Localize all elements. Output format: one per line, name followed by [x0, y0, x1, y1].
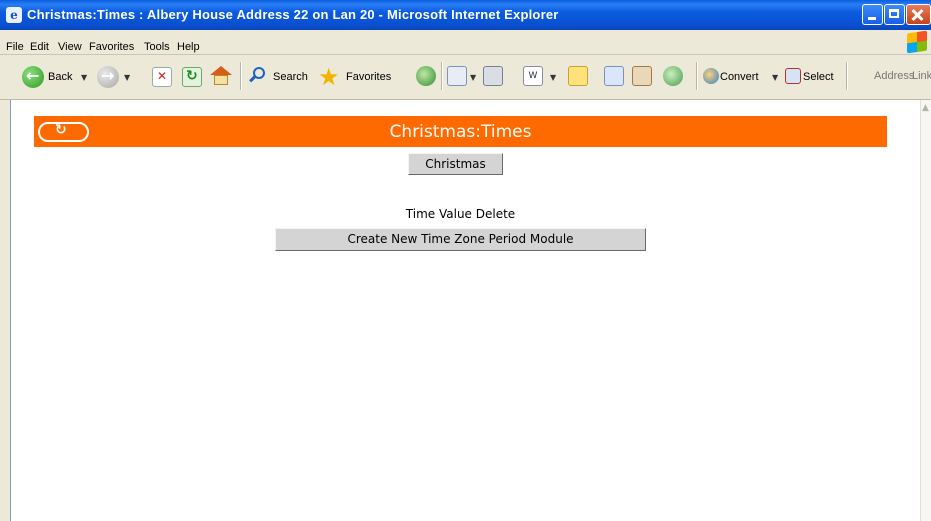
- stop-icon[interactable]: [152, 67, 172, 87]
- minimize-button[interactable]: [862, 4, 883, 25]
- refresh-icon[interactable]: [182, 67, 202, 87]
- forward-arrow-icon[interactable]: [97, 66, 119, 88]
- menu-tools[interactable]: Tools: [144, 41, 170, 53]
- menu-favorites[interactable]: Favorites: [89, 41, 134, 53]
- column-headers: Time Value Delete: [405, 207, 516, 221]
- christmas-button[interactable]: Christmas: [408, 153, 503, 175]
- print-icon[interactable]: [483, 66, 503, 86]
- word-edit-icon[interactable]: W: [523, 66, 543, 86]
- toolbar-separator: [846, 62, 848, 90]
- menu-help[interactable]: Help: [177, 41, 200, 53]
- search-button-label[interactable]: Search: [273, 71, 308, 83]
- window-title: Christmas:Times : Albery House Address 2…: [27, 7, 559, 22]
- back-button-label[interactable]: Back: [48, 71, 72, 83]
- close-button[interactable]: [906, 4, 931, 25]
- menu-bar: File Edit View Favorites Tools Help: [0, 30, 931, 55]
- history-icon[interactable]: [416, 66, 436, 86]
- menu-file[interactable]: File: [6, 41, 24, 53]
- favorites-button-label[interactable]: Favorites: [346, 71, 391, 83]
- convert-icon[interactable]: [703, 68, 719, 84]
- mail-icon[interactable]: [447, 66, 467, 86]
- select-button-label[interactable]: Select: [803, 71, 834, 83]
- page-title: Christmas:Times: [389, 122, 532, 142]
- search-icon[interactable]: [248, 66, 268, 86]
- internet-explorer-icon: e: [6, 7, 22, 23]
- links-label[interactable]: Link: [912, 70, 931, 82]
- back-dropdown-icon[interactable]: ▼: [81, 73, 87, 82]
- create-time-zone-period-button[interactable]: Create New Time Zone Period Module: [275, 228, 646, 251]
- toolbar-separator: [441, 62, 443, 90]
- convert-dropdown-icon[interactable]: ▼: [772, 73, 778, 82]
- discuss-icon[interactable]: [568, 66, 588, 86]
- menu-edit[interactable]: Edit: [30, 41, 49, 53]
- favorites-star-icon[interactable]: ★: [318, 63, 340, 91]
- menu-view[interactable]: View: [58, 41, 82, 53]
- window-frame-left: [0, 100, 10, 521]
- vertical-scrollbar[interactable]: ▲: [920, 100, 931, 521]
- convert-button-label[interactable]: Convert: [720, 71, 759, 83]
- toolbar-separator: [696, 62, 698, 90]
- toolbar-separator: [240, 62, 242, 90]
- bookmark-icon[interactable]: [632, 66, 652, 86]
- address-label[interactable]: Address: [874, 70, 914, 82]
- home-icon[interactable]: [210, 66, 232, 86]
- messenger-icon[interactable]: [663, 66, 683, 86]
- maximize-button[interactable]: [884, 4, 905, 25]
- back-arrow-icon[interactable]: [22, 66, 44, 88]
- select-icon[interactable]: [785, 68, 801, 84]
- research-icon[interactable]: [604, 66, 624, 86]
- scroll-up-icon[interactable]: ▲: [922, 103, 929, 113]
- windows-logo-icon: [907, 30, 927, 54]
- forward-dropdown-icon[interactable]: ▼: [124, 73, 130, 82]
- window-titlebar[interactable]: e Christmas:Times : Albery House Address…: [0, 0, 931, 30]
- edit-dropdown-icon[interactable]: ▼: [550, 73, 556, 82]
- mail-dropdown-icon[interactable]: ▼: [470, 73, 476, 82]
